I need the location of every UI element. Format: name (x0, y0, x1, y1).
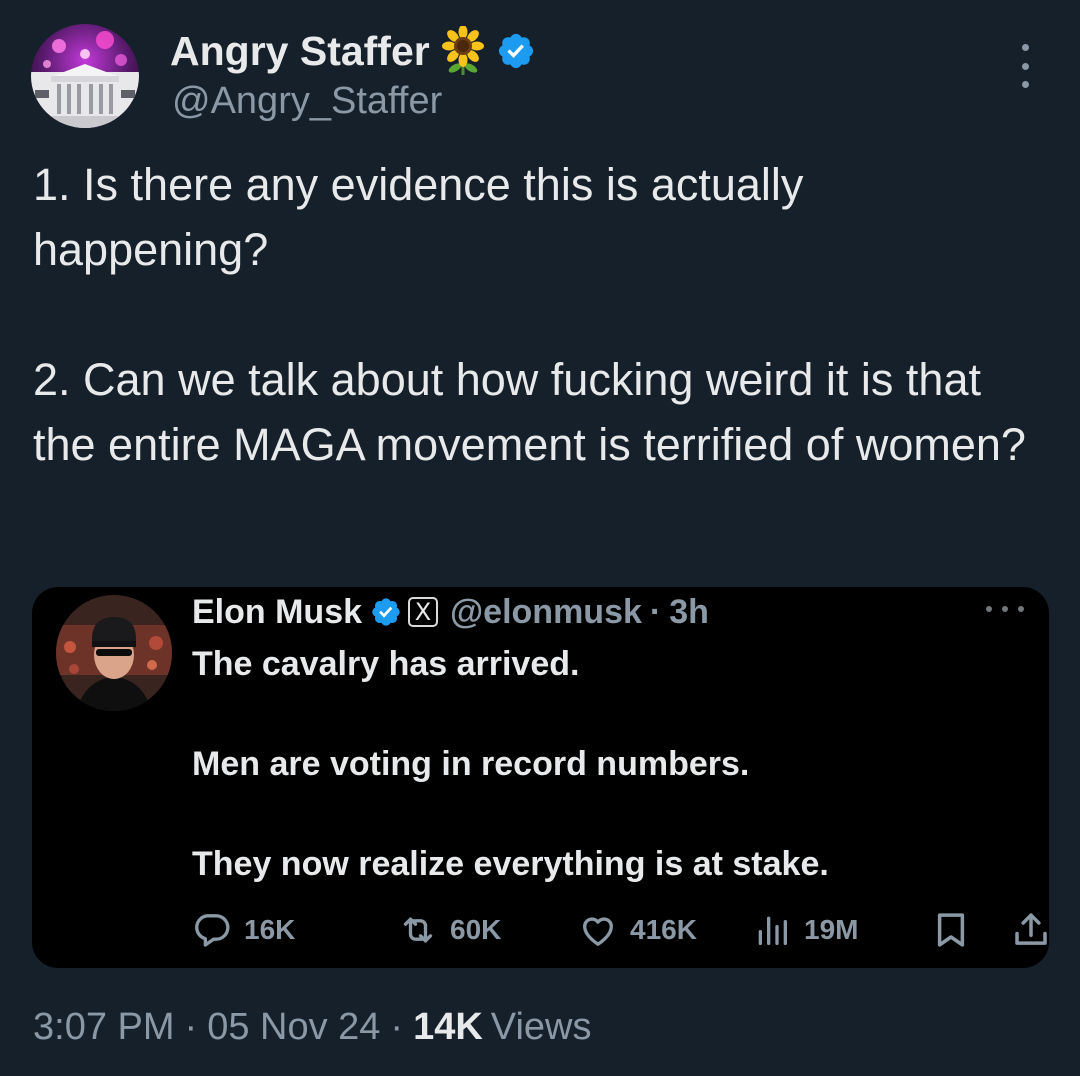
author-handle[interactable]: @Angry_Staffer (172, 80, 442, 123)
author-avatar[interactable] (31, 24, 139, 128)
sunflower-icon (441, 26, 484, 75)
reply-icon (195, 914, 230, 947)
meta-separator: · (184, 1006, 198, 1048)
repost-count: 60K (450, 914, 502, 945)
quoted-tweet-time[interactable]: 3h (669, 593, 709, 632)
verified-badge-icon (498, 33, 533, 69)
views-count: 19M (804, 914, 859, 945)
share-icon[interactable] (1010, 909, 1049, 951)
verified-badge-icon (372, 598, 400, 626)
author-name-row[interactable]: Angry Staffer (170, 26, 536, 76)
white-house-avatar-image (31, 24, 139, 128)
bookmark-icon[interactable] (930, 909, 972, 951)
tweet-text-line: 2. Can we talk about how fucking weird i… (33, 354, 1026, 470)
tweet-meta: 3:07 PM · 05 Nov 24 · 14K Views (33, 1006, 591, 1049)
quoted-more-options-icon[interactable] (986, 605, 1024, 613)
tweet-date[interactable]: 05 Nov 24 (207, 1006, 380, 1049)
quoted-tweet-actions: 16K 60K 416K 19M (192, 907, 1047, 953)
quoted-author-name[interactable]: Elon Musk (192, 593, 362, 632)
header-separator: · (649, 592, 662, 631)
meta-separator: · (390, 1006, 404, 1048)
views-bar-chart-icon (758, 916, 787, 945)
quoted-tweet-card[interactable]: Elon Musk X @elonmusk · 3h The cavalry h… (32, 587, 1049, 968)
heart-icon (582, 917, 614, 946)
elon-musk-avatar-image (56, 595, 172, 711)
quoted-tweet-text: The cavalry has arrived. Men are voting … (192, 639, 1012, 889)
quoted-author-handle[interactable]: @elonmusk (450, 593, 642, 632)
reply-button[interactable]: 16K (192, 907, 295, 953)
tweet-text-line: 1. Is there any evidence this is actuall… (33, 159, 804, 275)
repost-button[interactable]: 60K (398, 907, 501, 953)
tweet-views-count: 14K (413, 1006, 483, 1048)
quoted-author-avatar[interactable] (56, 595, 172, 711)
quoted-text-line: Men are voting in record numbers. (192, 745, 750, 783)
tweet-views-label: Views (490, 1006, 592, 1048)
quoted-tweet-header: Elon Musk X @elonmusk · 3h (192, 589, 709, 635)
reply-count: 16K (244, 914, 296, 945)
repost-icon (403, 917, 433, 943)
like-count: 416K (630, 914, 697, 945)
quoted-text-line: They now realize everything is at stake. (192, 845, 829, 883)
views-button[interactable]: 19M (752, 907, 858, 953)
more-options-icon[interactable] (1010, 44, 1040, 88)
like-button[interactable]: 416K (578, 907, 697, 953)
tweet-time[interactable]: 3:07 PM (33, 1006, 175, 1049)
quoted-text-line: The cavalry has arrived. (192, 645, 580, 683)
x-affiliate-badge-icon: X (408, 597, 439, 627)
author-name[interactable]: Angry Staffer (170, 28, 430, 75)
tweet-text: 1. Is there any evidence this is actuall… (33, 152, 1043, 477)
